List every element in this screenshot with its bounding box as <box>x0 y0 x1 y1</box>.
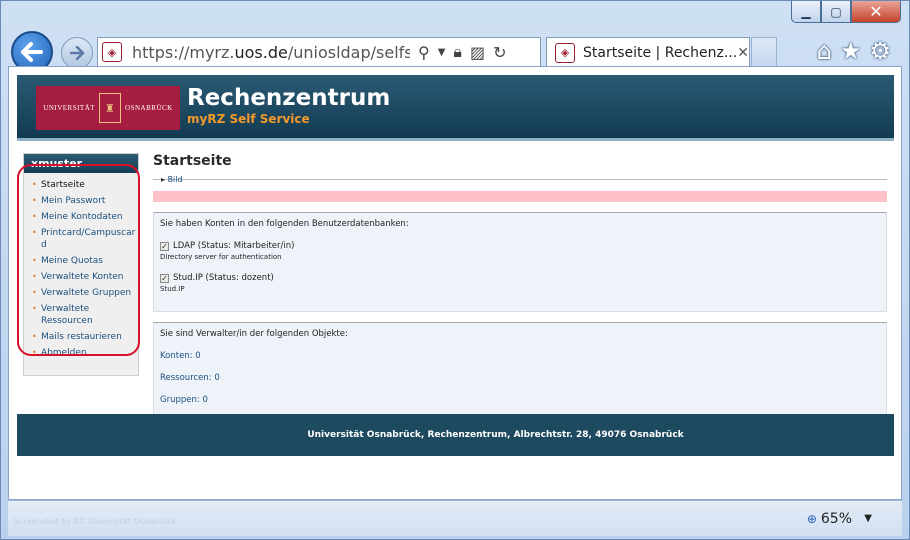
zoom-dropdown-icon[interactable]: ▼ <box>864 513 872 524</box>
sidebar-item-verwaltete-ressourcen[interactable]: Verwaltete Ressourcen <box>24 301 94 329</box>
tab-favicon-icon: ◈ <box>555 42 575 63</box>
sidebar-item-abmelden[interactable]: Abmelden <box>24 345 138 361</box>
sidebar-item-verwaltete-konten[interactable]: Verwaltete Konten <box>24 269 138 285</box>
account-label: Stud.IP (Status: dozent) <box>173 273 274 283</box>
maximize-button[interactable]: ▢ <box>821 1 851 23</box>
toolbar-icons: ⌂ ★ ⚙ <box>817 37 891 65</box>
home-icon[interactable]: ⌂ <box>817 37 832 65</box>
site-subtitle: myRZ Self Service <box>187 112 310 126</box>
page-viewport: UNIVERSITÄT ♜ OSNABRÜCK Rechenzentrum my… <box>8 66 902 500</box>
sidebar-item-printcard[interactable]: Printcard/Campuscard <box>24 225 138 253</box>
logo-text-left: UNIVERSITÄT <box>43 104 96 112</box>
forward-button[interactable] <box>61 37 93 69</box>
lock-icon[interactable]: 🔒︎ <box>453 42 462 62</box>
address-bar[interactable]: ◈ https://myrz.uos.de/uniosldap/selfserv… <box>97 37 541 67</box>
dropdown-arrow-icon[interactable]: ▼ <box>438 47 446 58</box>
address-bar-icons: ⚲ ▼ 🔒︎ ▨ ↻ <box>418 42 506 62</box>
minimize-button[interactable]: ▁ <box>791 1 821 23</box>
gear-icon[interactable]: ⚙ <box>869 37 891 65</box>
url-text[interactable]: https://myrz.uos.de/uniosldap/selfservic… <box>132 43 410 62</box>
favorites-star-icon[interactable]: ★ <box>840 37 862 65</box>
objects-ressourcen-link[interactable]: Ressourcen: 0 <box>160 373 880 383</box>
window-controls: ▁ ▢ ✕ <box>791 1 901 29</box>
navigation-bar: ◈ https://myrz.uos.de/uniosldap/selfserv… <box>9 31 901 73</box>
site-title: Rechenzentrum <box>187 85 391 111</box>
tab-title: Startseite | Rechenz... <box>583 44 738 61</box>
zoom-magnifier-icon: ⊕ <box>806 512 817 526</box>
accounts-intro: Sie haben Konten in den folgenden Benutz… <box>160 219 409 229</box>
main-content: Startseite Bild Sie haben Konten in den … <box>153 153 887 418</box>
account-checkbox[interactable]: ✓ <box>160 241 169 251</box>
tab-close-icon[interactable]: ✕ <box>737 45 749 61</box>
close-button[interactable]: ✕ <box>851 1 901 23</box>
logo-text-right: OSNABRÜCK <box>125 104 173 112</box>
sidebar: xmuster Startseite Mein Passwort Meine K… <box>23 153 139 376</box>
image-placeholder-bar <box>153 191 887 202</box>
account-checkbox[interactable]: ✓ <box>160 273 169 283</box>
account-label: LDAP (Status: Mitarbeiter/in) <box>173 241 295 251</box>
bild-link[interactable]: Bild <box>161 175 183 184</box>
arrow-left-icon <box>21 42 43 62</box>
content-area: xmuster Startseite Mein Passwort Meine K… <box>17 141 894 421</box>
arrow-right-icon <box>69 46 85 60</box>
sidebar-menu: Startseite Mein Passwort Meine Kontodate… <box>24 173 138 375</box>
status-text: Screenshot by RZ Universität Osnabrück <box>14 517 177 526</box>
objects-intro: Sie sind Verwalter/in der folgenden Obje… <box>160 329 348 339</box>
objects-gruppen-link[interactable]: Gruppen: 0 <box>160 395 880 405</box>
status-bar: Screenshot by RZ Universität Osnabrück ⊕… <box>8 500 902 536</box>
site-favicon-icon: ◈ <box>102 42 122 62</box>
site-header: UNIVERSITÄT ♜ OSNABRÜCK Rechenzentrum my… <box>17 75 894 141</box>
account-row: ✓ LDAP (Status: Mitarbeiter/in) <box>160 241 880 251</box>
page-title: Startseite <box>153 153 232 169</box>
zoom-level: 65% <box>820 511 852 527</box>
objects-konten-link[interactable]: Konten: 0 <box>160 351 880 361</box>
zoom-control[interactable]: ⊕ 65% <box>807 511 852 527</box>
objects-panel: Sie sind Verwalter/in der folgenden Obje… <box>153 322 887 418</box>
new-tab-button[interactable] <box>751 37 777 67</box>
account-row: ✓ Stud.IP (Status: dozent) <box>160 273 880 283</box>
sidebar-item-verwaltete-gruppen[interactable]: Verwaltete Gruppen <box>24 285 138 301</box>
tab-startseite[interactable]: ◈ Startseite | Rechenz... ✕ <box>546 37 750 67</box>
sidebar-item-meine-kontodaten[interactable]: Meine Kontodaten <box>24 209 138 225</box>
site-footer: Universität Osnabrück, Rechenzentrum, Al… <box>17 414 894 456</box>
account-description: Directory server for authentication <box>160 253 282 261</box>
compatibility-view-icon[interactable]: ▨ <box>470 43 485 62</box>
sidebar-item-meine-quotas[interactable]: Meine Quotas <box>24 253 138 269</box>
university-logo[interactable]: UNIVERSITÄT ♜ OSNABRÜCK <box>36 86 180 130</box>
website: UNIVERSITÄT ♜ OSNABRÜCK Rechenzentrum my… <box>17 75 894 421</box>
sidebar-item-mails-restaurieren[interactable]: Mails restaurieren <box>24 329 138 345</box>
sidebar-username: xmuster <box>24 154 138 173</box>
sidebar-item-startseite[interactable]: Startseite <box>24 177 138 193</box>
refresh-icon[interactable]: ↻ <box>493 43 506 62</box>
bild-toggle[interactable]: Bild <box>153 175 887 191</box>
account-description: Stud.IP <box>160 285 185 293</box>
crest-icon: ♜ <box>99 93 122 123</box>
sidebar-item-mein-passwort[interactable]: Mein Passwort <box>24 193 138 209</box>
search-icon[interactable]: ⚲ <box>418 43 430 62</box>
accounts-panel: Sie haben Konten in den folgenden Benutz… <box>153 212 887 312</box>
